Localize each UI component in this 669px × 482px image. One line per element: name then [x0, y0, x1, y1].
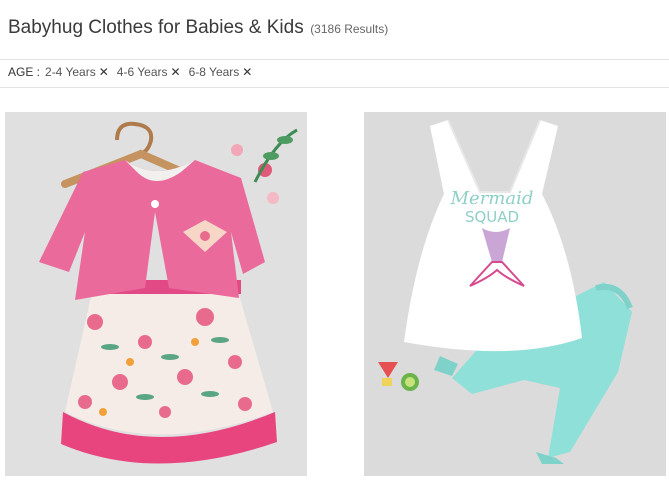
results-count: (3186 Results) — [310, 22, 389, 36]
filter-chip-label: 6-8 Years — [188, 65, 240, 79]
filter-chip-6-8-years[interactable]: 6-8 Years ✕ — [189, 65, 253, 79]
filter-chip-label: 2-4 Years — [45, 65, 96, 79]
product-card-mermaid-set[interactable]: Mermaid SQUAD — [364, 112, 666, 476]
product-card-pink-frock[interactable] — [5, 112, 307, 476]
divider — [0, 59, 669, 60]
filter-label: AGE : — [8, 65, 41, 79]
product-image-mermaid-set[interactable]: Mermaid SQUAD — [364, 112, 666, 476]
divider — [0, 87, 669, 88]
filter-chip-4-6-years[interactable]: 4-6 Years ✕ — [117, 65, 181, 79]
page-title: Babyhug Clothes for Babies & Kids — [8, 17, 304, 38]
close-icon[interactable]: ✕ — [99, 65, 109, 79]
page-header: Babyhug Clothes for Babies & Kids (3186 … — [8, 17, 388, 39]
applied-filters-bar: AGE : 2-4 Years ✕ 4-6 Years ✕ 6-8 Years … — [8, 65, 260, 79]
print-text-mermaid: Mermaid — [450, 188, 534, 209]
filter-chip-2-4-years[interactable]: 2-4 Years ✕ — [45, 65, 109, 79]
close-icon[interactable]: ✕ — [242, 65, 252, 79]
product-image-pink-frock[interactable] — [5, 112, 307, 476]
close-icon[interactable]: ✕ — [171, 65, 181, 79]
filter-chip-label: 4-6 Years — [116, 65, 168, 79]
print-text-squad: SQUAD — [465, 208, 519, 226]
